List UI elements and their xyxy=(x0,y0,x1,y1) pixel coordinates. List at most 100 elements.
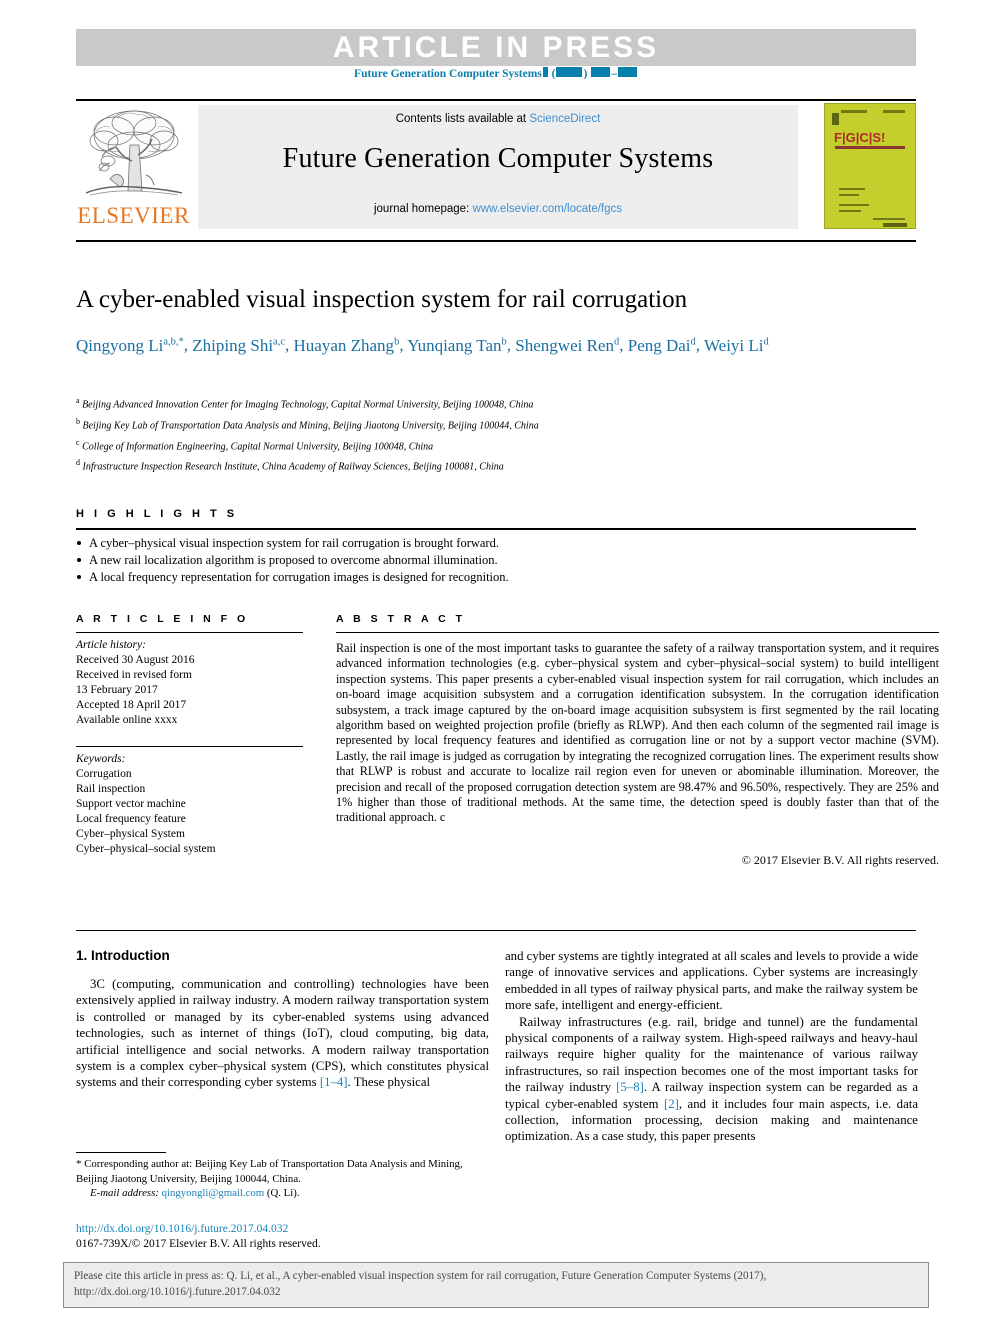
author-list: Qingyong Lia,b,*, Zhiping Shia,c, Huayan… xyxy=(76,335,769,355)
elsevier-tree-icon xyxy=(85,110,183,196)
elsevier-logo: ELSEVIER xyxy=(76,105,191,231)
article-history-item: 13 February 2017 xyxy=(76,684,158,696)
bullet-icon xyxy=(77,575,81,579)
author-affiliation-marker: b xyxy=(501,336,507,347)
affiliation-text: Infrastructure Inspection Research Insti… xyxy=(82,461,504,473)
citation-ref-1-4[interactable]: [1–4] xyxy=(320,1075,348,1089)
citation-line-2[interactable]: http://dx.doi.org/10.1016/j.future.2017.… xyxy=(74,1285,920,1301)
affiliation-item: b Beijing Key Lab of Transportation Data… xyxy=(76,414,916,435)
affiliation-text: Beijing Advanced Innovation Center for I… xyxy=(82,399,534,411)
author-affiliation-marker: a,b,* xyxy=(163,336,184,347)
doi-block: http://dx.doi.org/10.1016/j.future.2017.… xyxy=(76,1222,489,1252)
affiliation-marker: d xyxy=(76,458,80,468)
masthead-top-rule xyxy=(76,99,916,101)
author-affiliation-marker: b xyxy=(394,336,400,347)
sciencedirect-link[interactable]: ScienceDirect xyxy=(529,113,600,125)
affiliation-text: College of Information Engineering, Capi… xyxy=(82,440,434,452)
keyword-item: Support vector machine xyxy=(76,798,186,810)
article-history-block: Article history: Received 30 August 2016… xyxy=(76,638,303,728)
highlights-list: A cyber–physical visual inspection syste… xyxy=(76,535,916,586)
intro-paragraph-left: 3C (computing, communication and control… xyxy=(76,976,489,1091)
title-separator-rule xyxy=(76,240,916,242)
author-item: Huayan Zhangb xyxy=(294,336,400,355)
author-item: Peng Daid xyxy=(628,336,696,355)
article-history-item: Accepted 18 April 2017 xyxy=(76,699,187,711)
article-in-press-label: ARTICLE IN PRESS xyxy=(332,31,660,64)
journal-running-reference: Future Generation Computer Systems () – xyxy=(0,67,992,80)
placeholder-year-block xyxy=(556,67,583,77)
list-item: A local frequency representation for cor… xyxy=(76,569,916,586)
keyword-item: Local frequency feature xyxy=(76,813,186,825)
contents-available-prefix: Contents lists available at xyxy=(395,113,530,125)
keywords-label: Keywords: xyxy=(76,753,126,765)
article-history-item: Available online xxxx xyxy=(76,714,178,726)
journal-info-panel: Contents lists available at ScienceDirec… xyxy=(198,105,798,229)
elsevier-wordmark: ELSEVIER xyxy=(77,203,190,228)
cover-line-4 xyxy=(839,210,861,212)
body-column-left: 1. Introduction 3C (computing, communica… xyxy=(76,948,489,1091)
keywords-rule xyxy=(76,746,303,747)
article-in-press-banner: ARTICLE IN PRESS xyxy=(76,29,916,66)
citation-ref-5-8[interactable]: [5–8] xyxy=(616,1080,644,1094)
email-link[interactable]: qingyongli@gmail.com xyxy=(162,1187,265,1199)
article-history-item: Received 30 August 2016 xyxy=(76,654,195,666)
cover-subtitle-bar xyxy=(835,146,905,149)
contents-available-line: Contents lists available at ScienceDirec… xyxy=(198,113,798,125)
affiliation-item: d Infrastructure Inspection Research Ins… xyxy=(76,455,916,476)
email-owner: (Q. Li). xyxy=(266,1187,300,1199)
intro-paragraph-left-tail: . These physical xyxy=(347,1075,431,1090)
bullet-icon xyxy=(77,541,81,545)
keyword-item: Corrugation xyxy=(76,768,132,780)
highlights-rule xyxy=(76,528,916,530)
placeholder-volume-block xyxy=(542,67,548,77)
cover-top-text-left xyxy=(841,110,867,113)
page-title: A cyber-enabled visual inspection system… xyxy=(76,286,688,313)
citation-line-1: Please cite this article in press as: Q.… xyxy=(74,1270,767,1282)
placeholder-startpage-block xyxy=(591,67,611,77)
author-affiliation-marker: a,c xyxy=(273,336,285,347)
author-item: Zhiping Shia,c xyxy=(192,336,285,355)
citation-footer-box: Please cite this article in press as: Q.… xyxy=(63,1262,929,1308)
abstract-copyright: © 2017 Elsevier B.V. All rights reserved… xyxy=(741,853,939,867)
author-name: Shengwei Ren xyxy=(515,335,614,355)
citation-footer-text: Please cite this article in press as: Q.… xyxy=(74,1269,920,1300)
author-name: Yunqiang Tan xyxy=(407,335,502,355)
journal-homepage-link[interactable]: www.elsevier.com/locate/fgcs xyxy=(472,203,622,215)
keyword-item: Cyber–physical System xyxy=(76,828,185,840)
journal-title: Future Generation Computer Systems xyxy=(282,143,714,174)
bullet-icon xyxy=(77,558,81,562)
placeholder-endpage-block xyxy=(617,67,637,77)
journal-homepage-prefix: journal homepage: xyxy=(373,203,473,215)
abstract-heading: A B S T R A C T xyxy=(336,613,466,625)
affiliation-marker: b xyxy=(76,416,80,426)
citation-ref-2[interactable]: [2] xyxy=(664,1097,679,1111)
journal-masthead: ELSEVIER Contents lists available at Sci… xyxy=(76,103,916,231)
asterisk-icon: * xyxy=(76,1158,82,1170)
corresponding-author-text: Corresponding author at: Beijing Key Lab… xyxy=(76,1158,463,1185)
highlight-text: A new rail localization algorithm is pro… xyxy=(89,553,498,567)
intro-paragraph-right-2: Railway infrastructures (e.g. rail, brid… xyxy=(505,1014,918,1145)
doi-link[interactable]: http://dx.doi.org/10.1016/j.future.2017.… xyxy=(76,1222,489,1237)
cover-fgcs-logo: F|G|C|S! xyxy=(834,130,886,145)
intro-paragraph-left-text: 3C (computing, communication and control… xyxy=(76,977,489,1090)
email-label: E-mail address: xyxy=(90,1187,159,1199)
body-separator-rule xyxy=(76,930,916,931)
author-name: Peng Dai xyxy=(627,335,691,355)
email-line: E-mail address: qingyongli@gmail.com (Q.… xyxy=(76,1186,489,1201)
journal-homepage-line: journal homepage: www.elsevier.com/locat… xyxy=(198,203,798,215)
journal-running-reference-text: Future Generation Computer Systems xyxy=(354,68,542,80)
affiliation-text: Beijing Key Lab of Transportation Data A… xyxy=(82,420,539,432)
abstract-body: Rail inspection is one of the most impor… xyxy=(336,641,939,825)
author-item: Shengwei Rend xyxy=(515,336,619,355)
cover-line-5 xyxy=(873,218,905,220)
cover-elsevier-mark xyxy=(832,113,839,125)
issn-copyright: 0167-739X/© 2017 Elsevier B.V. All right… xyxy=(76,1238,321,1250)
keywords-block: Keywords: Corrugation Rail inspection Su… xyxy=(76,752,303,857)
article-history-item: Received in revised form xyxy=(76,669,192,681)
section-heading-introduction: 1. Introduction xyxy=(76,948,170,963)
author-affiliation-marker: d xyxy=(690,336,696,347)
list-item: A new rail localization algorithm is pro… xyxy=(76,552,916,569)
article-first-page: ARTICLE IN PRESS Future Generation Compu… xyxy=(0,0,992,1323)
author-name: Huayan Zhang xyxy=(293,335,395,355)
affiliation-item: c College of Information Engineering, Ca… xyxy=(76,435,916,456)
